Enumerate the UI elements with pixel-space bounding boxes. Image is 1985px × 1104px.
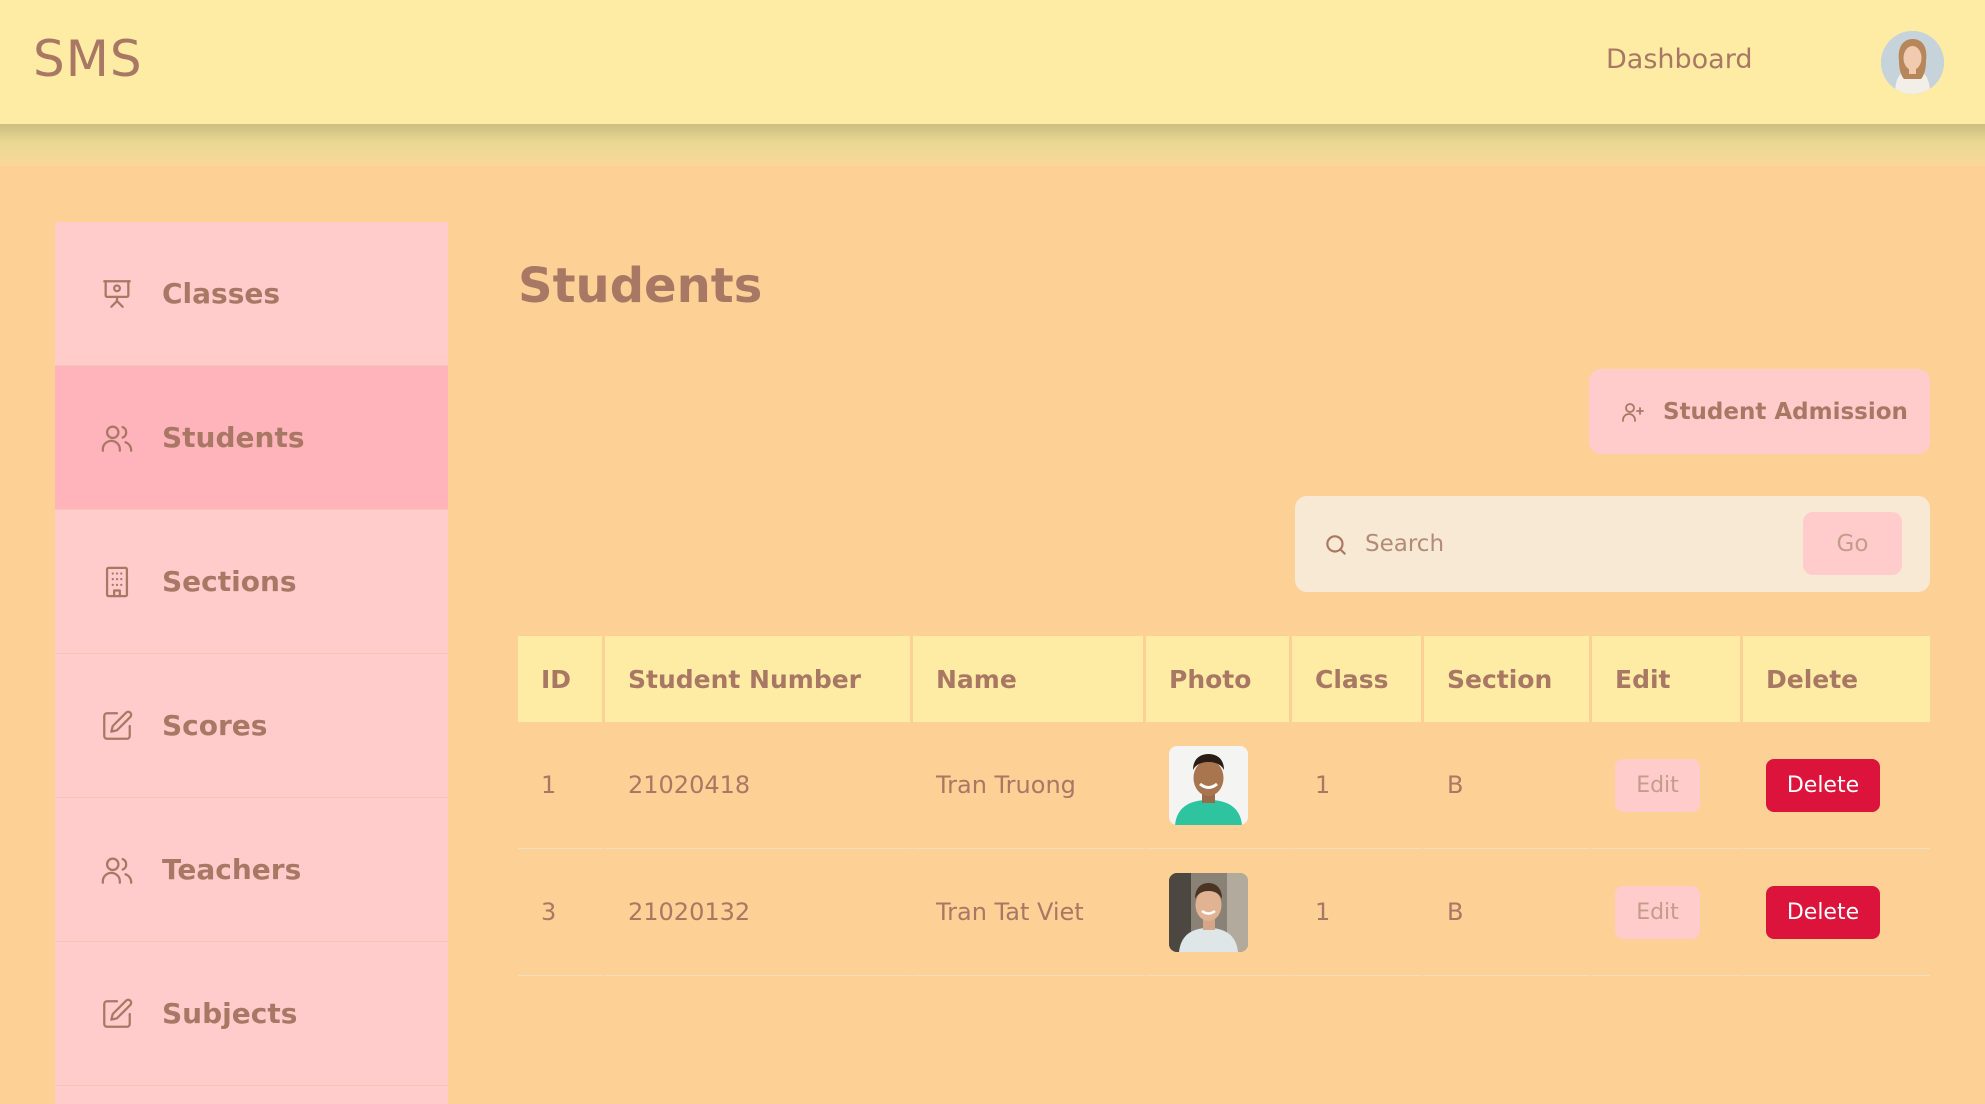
sidebar-item-label: Classes	[162, 277, 281, 310]
top-navbar: SMS Dashboard	[0, 0, 1985, 124]
cell-section: B	[1424, 722, 1592, 849]
cell-delete: Delete	[1743, 849, 1930, 976]
sidebar-item-students[interactable]: Students	[55, 366, 448, 510]
student-photo	[1169, 872, 1248, 952]
search-input[interactable]	[1365, 520, 1765, 568]
sidebar-item-label: Teachers	[162, 853, 302, 886]
cell-delete: Delete	[1743, 722, 1930, 849]
cell-edit: Edit	[1592, 722, 1743, 849]
students-table: ID Student Number Name Photo Class Secti…	[518, 636, 1930, 976]
column-header-edit: Edit	[1592, 636, 1743, 722]
cell-section: B	[1424, 849, 1592, 976]
sidebar: Classes Students Sections Scores Teacher…	[55, 222, 448, 1104]
building-icon	[105, 566, 129, 597]
sidebar-item-subjects[interactable]: Subjects	[55, 942, 448, 1086]
sidebar-item-label: Sections	[162, 565, 297, 598]
presentation-board-icon	[103, 279, 131, 308]
cell-student-number: 21020132	[605, 849, 913, 976]
users-icon	[101, 857, 133, 884]
table-header-row: ID Student Number Name Photo Class Secti…	[518, 636, 1930, 722]
page-title: Students	[518, 258, 763, 314]
cell-edit: Edit	[1592, 849, 1743, 976]
header-shadow	[0, 124, 1985, 166]
sidebar-item-label: Scores	[162, 709, 268, 742]
column-header-section: Section	[1424, 636, 1592, 722]
sidebar-item-label: Subjects	[162, 997, 298, 1030]
sidebar-item-label: Students	[162, 421, 305, 454]
cell-photo	[1146, 849, 1292, 976]
sidebar-item-sections[interactable]: Sections	[55, 510, 448, 654]
student-photo	[1169, 745, 1248, 825]
delete-button[interactable]: Delete	[1766, 885, 1880, 939]
cell-name: Tran Truong	[913, 722, 1146, 849]
cell-student-number: 21020418	[605, 722, 913, 849]
column-header-id: ID	[518, 636, 605, 722]
cell-photo	[1146, 722, 1292, 849]
column-header-delete: Delete	[1743, 636, 1930, 722]
sidebar-item-classes[interactable]: Classes	[55, 222, 448, 366]
column-header-name: Name	[913, 636, 1146, 722]
edit-icon	[103, 710, 133, 740]
edit-button[interactable]: Edit	[1615, 758, 1700, 812]
search-icon	[1326, 535, 1346, 555]
edit-icon	[103, 998, 133, 1028]
app-logo[interactable]: SMS	[33, 30, 143, 88]
cell-id: 3	[518, 849, 605, 976]
cell-name: Tran Tat Viet	[913, 849, 1146, 976]
table-row: 3 21020132 Tran Tat Viet 1 B Edit Delete	[518, 849, 1930, 976]
users-icon	[101, 425, 133, 452]
cell-class: 1	[1292, 722, 1424, 849]
nav-dashboard-link[interactable]: Dashboard	[1606, 44, 1752, 75]
student-admission-button[interactable]: Student Admission	[1589, 369, 1930, 454]
search-bar: Go	[1295, 496, 1930, 592]
user-avatar[interactable]	[1881, 31, 1944, 94]
table-row: 1 21020418 Tran Truong 1 B Edit Delete	[518, 722, 1930, 849]
column-header-photo: Photo	[1146, 636, 1292, 722]
column-header-class: Class	[1292, 636, 1424, 722]
cell-class: 1	[1292, 849, 1424, 976]
sidebar-item-scores[interactable]: Scores	[55, 654, 448, 798]
column-header-student-number: Student Number	[605, 636, 913, 722]
user-plus-icon	[1622, 403, 1644, 422]
delete-button[interactable]: Delete	[1766, 758, 1880, 812]
edit-button[interactable]: Edit	[1615, 885, 1700, 939]
sidebar-item-teachers[interactable]: Teachers	[55, 798, 448, 942]
student-admission-label: Student Admission	[1663, 398, 1908, 425]
cell-id: 1	[518, 722, 605, 849]
go-button[interactable]: Go	[1803, 512, 1902, 575]
